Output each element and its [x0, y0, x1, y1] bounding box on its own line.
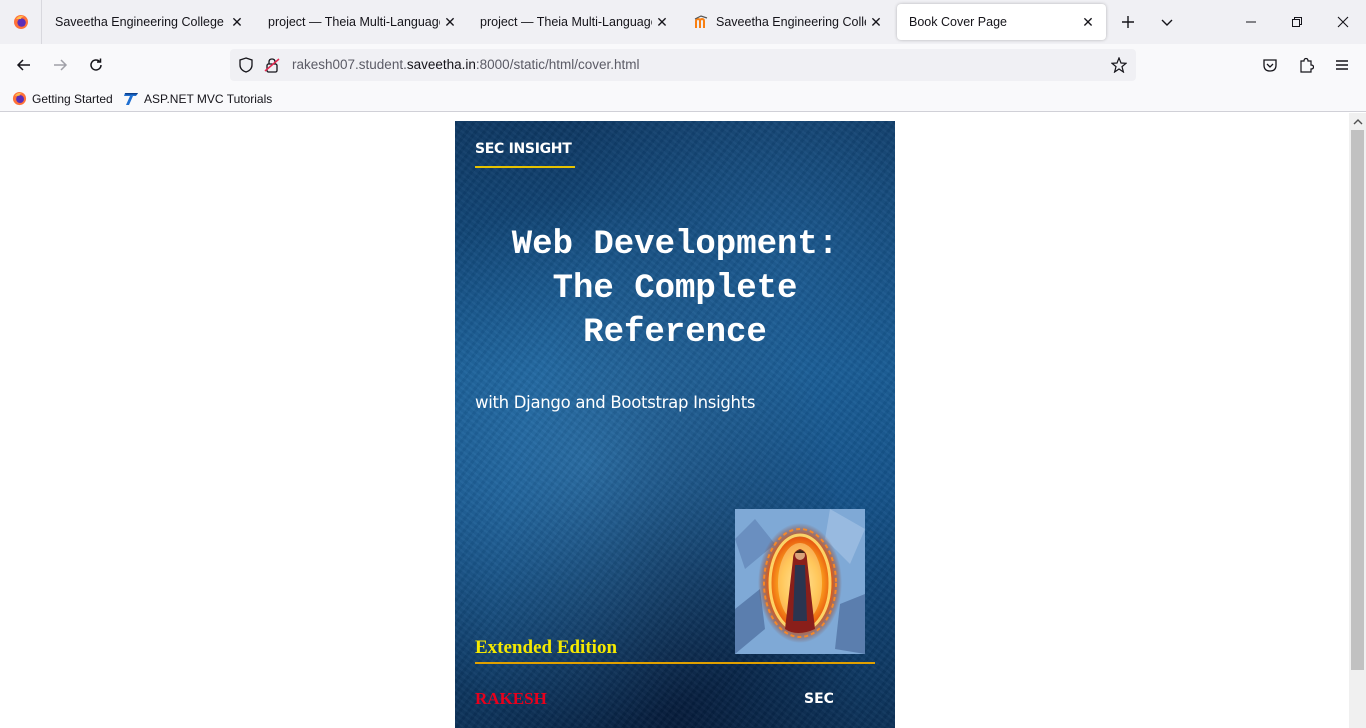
- reload-button[interactable]: [82, 52, 110, 78]
- close-icon: [1337, 16, 1349, 28]
- title-line-1: Web Development:: [511, 226, 839, 264]
- tab-title: Saveetha Engineering College: [716, 15, 866, 29]
- tab-theia-1[interactable]: project — Theia Multi-Language IDE ✕: [256, 4, 468, 40]
- menu-button[interactable]: [1328, 52, 1356, 78]
- back-button[interactable]: [10, 52, 38, 78]
- tab-title: Book Cover Page: [909, 15, 1007, 29]
- close-icon[interactable]: ✕: [866, 14, 886, 31]
- close-window-button[interactable]: [1331, 10, 1355, 34]
- edition-label: Extended Edition: [475, 637, 618, 658]
- tab-strip: Saveetha Engineering College ✕ project —…: [0, 0, 1366, 44]
- cover-illustration: [735, 509, 865, 654]
- arrow-right-icon: [54, 59, 68, 71]
- url-text[interactable]: rakesh007.student.saveetha.in:8000/stati…: [292, 57, 639, 72]
- tab-saveetha-2[interactable]: Saveetha Engineering College ✕: [682, 4, 894, 40]
- publisher-name: SEC INSIGHT: [475, 141, 572, 157]
- tab-theia-2[interactable]: project — Theia Multi-Language IDE ✕: [468, 4, 680, 40]
- edition-divider: [475, 662, 875, 664]
- imprint-name: SEC: [804, 691, 834, 707]
- plus-icon: [1122, 16, 1134, 28]
- minimize-icon: [1246, 21, 1256, 23]
- extensions-button[interactable]: [1292, 52, 1320, 78]
- bookmark-label: Getting Started: [32, 91, 113, 106]
- forward-button[interactable]: [46, 52, 74, 78]
- close-icon[interactable]: ✕: [440, 14, 460, 31]
- minimize-button[interactable]: [1239, 10, 1263, 34]
- chevron-down-icon: [1161, 19, 1173, 26]
- close-icon[interactable]: ✕: [1078, 14, 1098, 31]
- shield-icon[interactable]: [238, 57, 254, 73]
- title-line-2: The Complete: [552, 270, 798, 308]
- hamburger-menu-icon: [1336, 60, 1348, 70]
- url-bar[interactable]: rakesh007.student.saveetha.in:8000/stati…: [230, 49, 1136, 81]
- book-cover: SEC INSIGHT Web Development: The Complet…: [455, 121, 895, 728]
- bookmark-getting-started[interactable]: Getting Started: [12, 91, 113, 106]
- firefox-view-button[interactable]: [0, 0, 42, 44]
- url-host: saveetha.in: [406, 57, 476, 72]
- url-prefix: rakesh007.student.: [292, 57, 407, 72]
- pocket-button[interactable]: [1256, 52, 1284, 78]
- tab-book-cover[interactable]: Book Cover Page ✕: [897, 4, 1106, 40]
- restore-icon: [1292, 17, 1302, 27]
- firefox-icon: [13, 15, 28, 29]
- star-icon[interactable]: [1111, 57, 1127, 73]
- chevron-up-icon: [1353, 118, 1362, 124]
- url-suffix: :8000/static/html/cover.html: [475, 57, 640, 72]
- navigation-toolbar: rakesh007.student.saveetha.in:8000/stati…: [0, 44, 1366, 86]
- arrow-left-icon: [16, 59, 30, 71]
- firefox-icon: [12, 91, 27, 106]
- bookmarks-toolbar: Getting Started ASP.NET MVC Tutorials: [0, 86, 1366, 112]
- title-line-3: Reference: [583, 314, 767, 352]
- close-icon[interactable]: ✕: [652, 14, 672, 31]
- author-name: RAKESH: [475, 689, 547, 708]
- publisher-underline: [475, 166, 575, 168]
- vertical-scrollbar[interactable]: [1349, 113, 1366, 728]
- close-icon[interactable]: ✕: [227, 14, 247, 31]
- restore-button[interactable]: [1285, 10, 1309, 34]
- new-tab-button[interactable]: [1116, 10, 1140, 34]
- book-subtitle: with Django and Bootstrap Insights: [475, 393, 756, 412]
- bookmark-label: ASP.NET MVC Tutorials: [144, 91, 273, 106]
- tutorials-icon: [123, 91, 139, 106]
- scrollbar-thumb[interactable]: [1351, 130, 1364, 670]
- tab-saveetha-1[interactable]: Saveetha Engineering College ✕: [43, 4, 255, 40]
- reload-icon: [90, 58, 102, 71]
- book-title: Web Development: The Complete Reference: [455, 223, 895, 355]
- scroll-up-button[interactable]: [1349, 113, 1366, 130]
- tab-title: Saveetha Engineering College: [55, 15, 224, 29]
- list-all-tabs-button[interactable]: [1155, 10, 1179, 34]
- tab-title: project — Theia Multi-Language IDE: [480, 15, 652, 29]
- puzzle-icon: [1300, 57, 1314, 73]
- tab-title: project — Theia Multi-Language IDE: [268, 15, 440, 29]
- insecure-lock-icon[interactable]: [264, 57, 280, 73]
- page-content: SEC INSIGHT Web Development: The Complet…: [0, 113, 1349, 728]
- pocket-icon: [1263, 59, 1277, 72]
- moodle-icon: [694, 15, 710, 29]
- bookmark-aspnet-mvc[interactable]: ASP.NET MVC Tutorials: [123, 91, 272, 106]
